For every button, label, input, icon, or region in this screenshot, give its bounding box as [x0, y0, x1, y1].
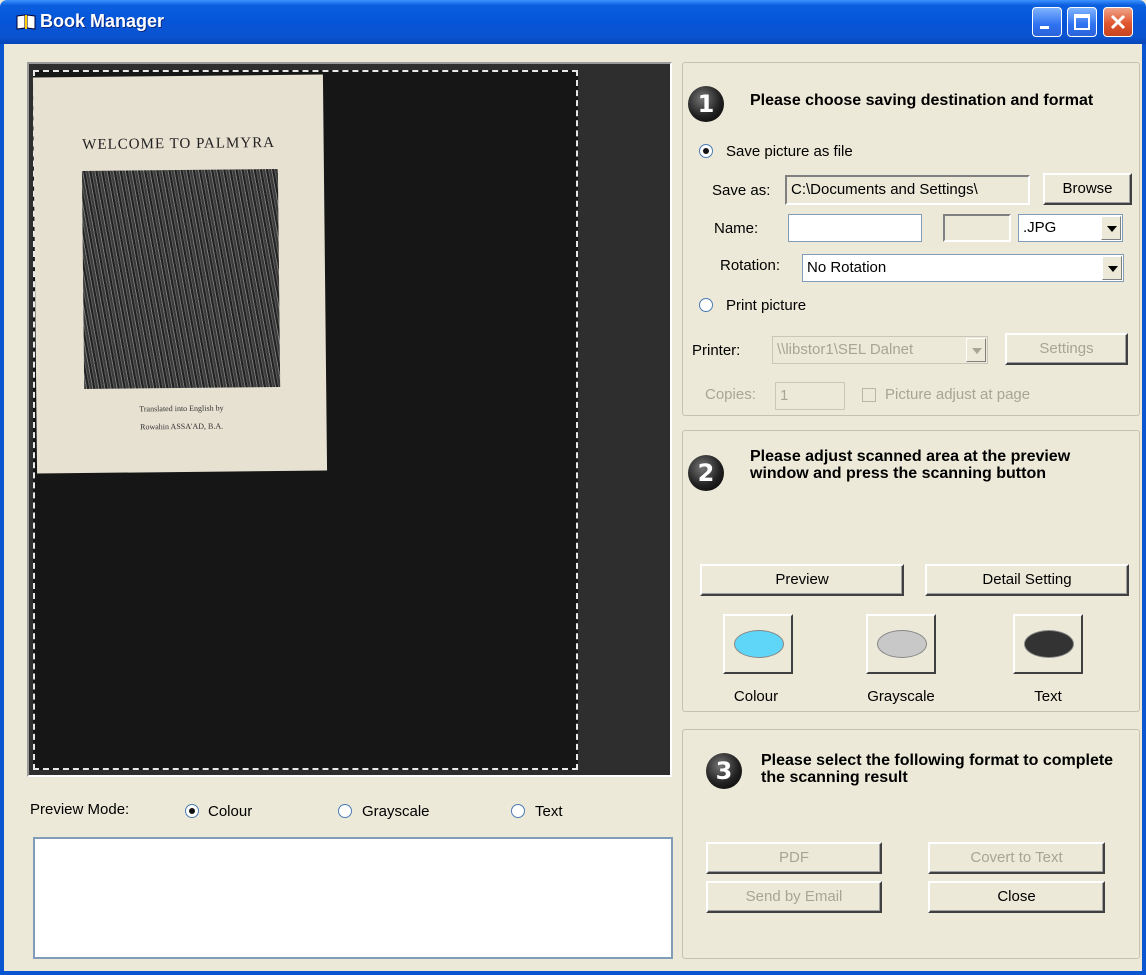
book-caption-translator: Translated into English by — [139, 403, 224, 414]
printer-select[interactable]: \\libstor1\SEL Dalnet — [772, 336, 988, 364]
print-picture-label[interactable]: Print picture — [726, 297, 806, 314]
convert-to-text-button[interactable]: Covert to Text — [928, 842, 1105, 874]
book-manager-window: Book Manager WELCOME TO PALMYRA Translat… — [0, 0, 1146, 975]
window-border-bottom — [0, 971, 1146, 975]
print-picture-radio[interactable] — [699, 298, 713, 312]
preview-mode-text-label[interactable]: Text — [535, 803, 563, 820]
step2-title: Please adjust scanned area at the previe… — [750, 448, 1071, 482]
book-title: WELCOME TO PALMYRA — [82, 134, 276, 154]
rotation-label: Rotation: — [720, 257, 781, 274]
close-button[interactable]: Close — [928, 881, 1105, 913]
close-icon — [1110, 14, 1126, 30]
format-select[interactable]: .JPG — [1018, 214, 1123, 242]
preview-mode-colour-label[interactable]: Colour — [208, 803, 252, 820]
scan-text-button[interactable] — [1013, 614, 1083, 674]
printer-chevron-down-icon[interactable] — [966, 338, 986, 362]
name-label: Name: — [714, 220, 759, 237]
book-icon — [16, 14, 36, 30]
scan-colour-button[interactable] — [723, 614, 793, 674]
picture-adjust-checkbox[interactable] — [862, 388, 876, 402]
scanned-book-page: WELCOME TO PALMYRA Translated into Engli… — [32, 74, 328, 474]
grayscale-swatch-icon — [877, 630, 927, 658]
printer-label: Printer: — [692, 342, 741, 359]
format-select-value: .JPG — [1023, 219, 1057, 236]
send-by-email-button[interactable]: Send by Email — [706, 881, 882, 913]
text-swatch-icon — [1024, 630, 1074, 658]
preview-mode-grayscale-radio[interactable] — [338, 804, 352, 818]
save-file-radio[interactable] — [699, 144, 713, 158]
maximize-button[interactable] — [1067, 7, 1097, 37]
status-log-box[interactable] — [33, 837, 673, 959]
minimize-icon — [1040, 26, 1049, 29]
book-caption-author: Rowahin ASSA'AD, B.A. — [140, 421, 224, 432]
step3-title: Please select the following format to co… — [761, 752, 1114, 786]
window-title: Book Manager — [40, 11, 165, 31]
picture-adjust-label[interactable]: Picture adjust at page — [885, 386, 1030, 403]
rotation-select[interactable]: No Rotation — [802, 254, 1124, 282]
detail-setting-button[interactable]: Detail Setting — [925, 564, 1129, 596]
save-as-field[interactable]: C:\Documents and Settings\ — [785, 175, 1030, 205]
step2-badge: 2 — [688, 455, 724, 491]
preview-window[interactable]: WELCOME TO PALMYRA Translated into Engli… — [27, 62, 672, 777]
rotation-select-value: No Rotation — [807, 259, 887, 276]
rotation-chevron-down-icon[interactable] — [1102, 256, 1122, 280]
scan-grayscale-button[interactable] — [866, 614, 936, 674]
step3-badge: 3 — [706, 753, 742, 789]
step1-badge: 1 — [688, 86, 724, 122]
copies-input[interactable]: 1 — [775, 382, 845, 410]
counter-field[interactable] — [943, 214, 1011, 242]
window-border-left — [0, 44, 4, 975]
name-input[interactable] — [788, 214, 922, 242]
save-file-label[interactable]: Save picture as file — [726, 143, 853, 160]
title-bar[interactable]: Book Manager — [0, 0, 1146, 44]
save-as-label: Save as: — [712, 182, 771, 199]
copies-label: Copies: — [705, 386, 756, 403]
close-window-button[interactable] — [1103, 7, 1133, 37]
colour-swatch-icon — [734, 630, 784, 658]
scan-grayscale-label: Grayscale — [867, 688, 935, 705]
scan-colour-label: Colour — [733, 688, 779, 705]
window-border-right — [1142, 44, 1146, 975]
printer-settings-button[interactable]: Settings — [1005, 333, 1128, 365]
preview-mode-grayscale-label[interactable]: Grayscale — [362, 803, 430, 820]
scan-selection-area[interactable]: WELCOME TO PALMYRA Translated into Engli… — [32, 70, 578, 770]
printer-select-value: \\libstor1\SEL Dalnet — [777, 341, 914, 358]
browse-button[interactable]: Browse — [1043, 173, 1132, 205]
book-engraving-image — [81, 168, 281, 390]
scan-text-label: Text — [1034, 688, 1062, 705]
preview-mode-label: Preview Mode: — [30, 801, 130, 818]
minimize-button[interactable] — [1032, 7, 1062, 37]
pdf-button[interactable]: PDF — [706, 842, 882, 874]
format-chevron-down-icon[interactable] — [1101, 216, 1121, 240]
maximize-icon — [1074, 14, 1090, 30]
step1-title: Please choose saving destination and for… — [750, 92, 1094, 109]
preview-button[interactable]: Preview — [700, 564, 904, 596]
preview-mode-colour-radio[interactable] — [185, 804, 199, 818]
preview-mode-text-radio[interactable] — [511, 804, 525, 818]
